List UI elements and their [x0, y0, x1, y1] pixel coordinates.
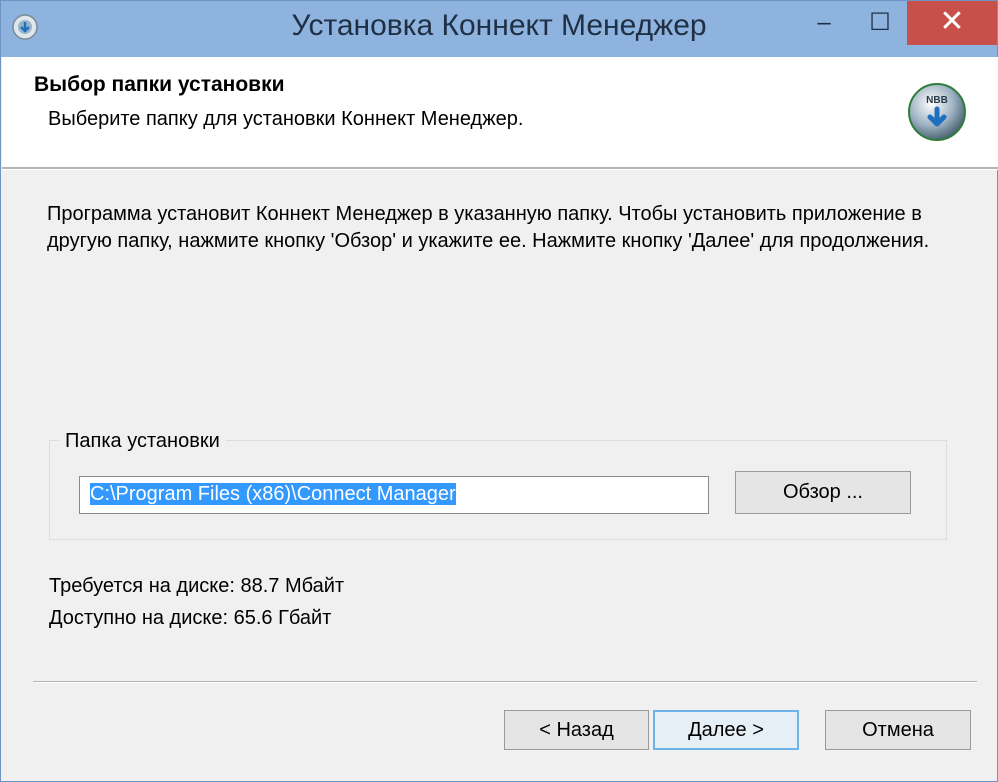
header-divider [2, 167, 998, 170]
install-folder-label: Папка установки [59, 430, 226, 453]
disk-required-text: Требуется на диске: 88.7 Мбайт [49, 575, 345, 597]
minimize-button[interactable]: ‒ [797, 1, 851, 45]
maximize-button[interactable]: ☐ [853, 1, 907, 45]
close-button[interactable]: ✕ [907, 1, 997, 45]
logo-text: NBB [926, 95, 948, 106]
disk-available-text: Доступно на диске: 65.6 Гбайт [49, 607, 332, 629]
install-path-input[interactable]: C:\Program Files (x86)\Connect Manager [79, 476, 709, 514]
cancel-button[interactable]: Отмена [825, 710, 971, 750]
page-subtitle: Выберите папку для установки Коннект Мен… [48, 108, 524, 130]
next-button[interactable]: Далее > [653, 710, 799, 750]
install-path-value: C:\Program Files (x86)\Connect Manager [90, 483, 456, 505]
instructions-text: Программа установит Коннект Менеджер в у… [47, 203, 930, 252]
footer-divider [33, 681, 977, 683]
browse-button[interactable]: Обзор ... [735, 471, 911, 514]
installer-window: Установка Коннект Менеджер ‒ ☐ ✕ Выбор п… [0, 0, 998, 782]
back-button[interactable]: < Назад [504, 710, 649, 750]
page-title: Выбор папки установки [34, 73, 285, 96]
setup-logo-icon: NBB [908, 83, 966, 141]
title-bar[interactable]: Установка Коннект Менеджер ‒ ☐ ✕ [1, 1, 997, 57]
wizard-header: Выбор папки установки Выберите папку для… [2, 57, 998, 167]
